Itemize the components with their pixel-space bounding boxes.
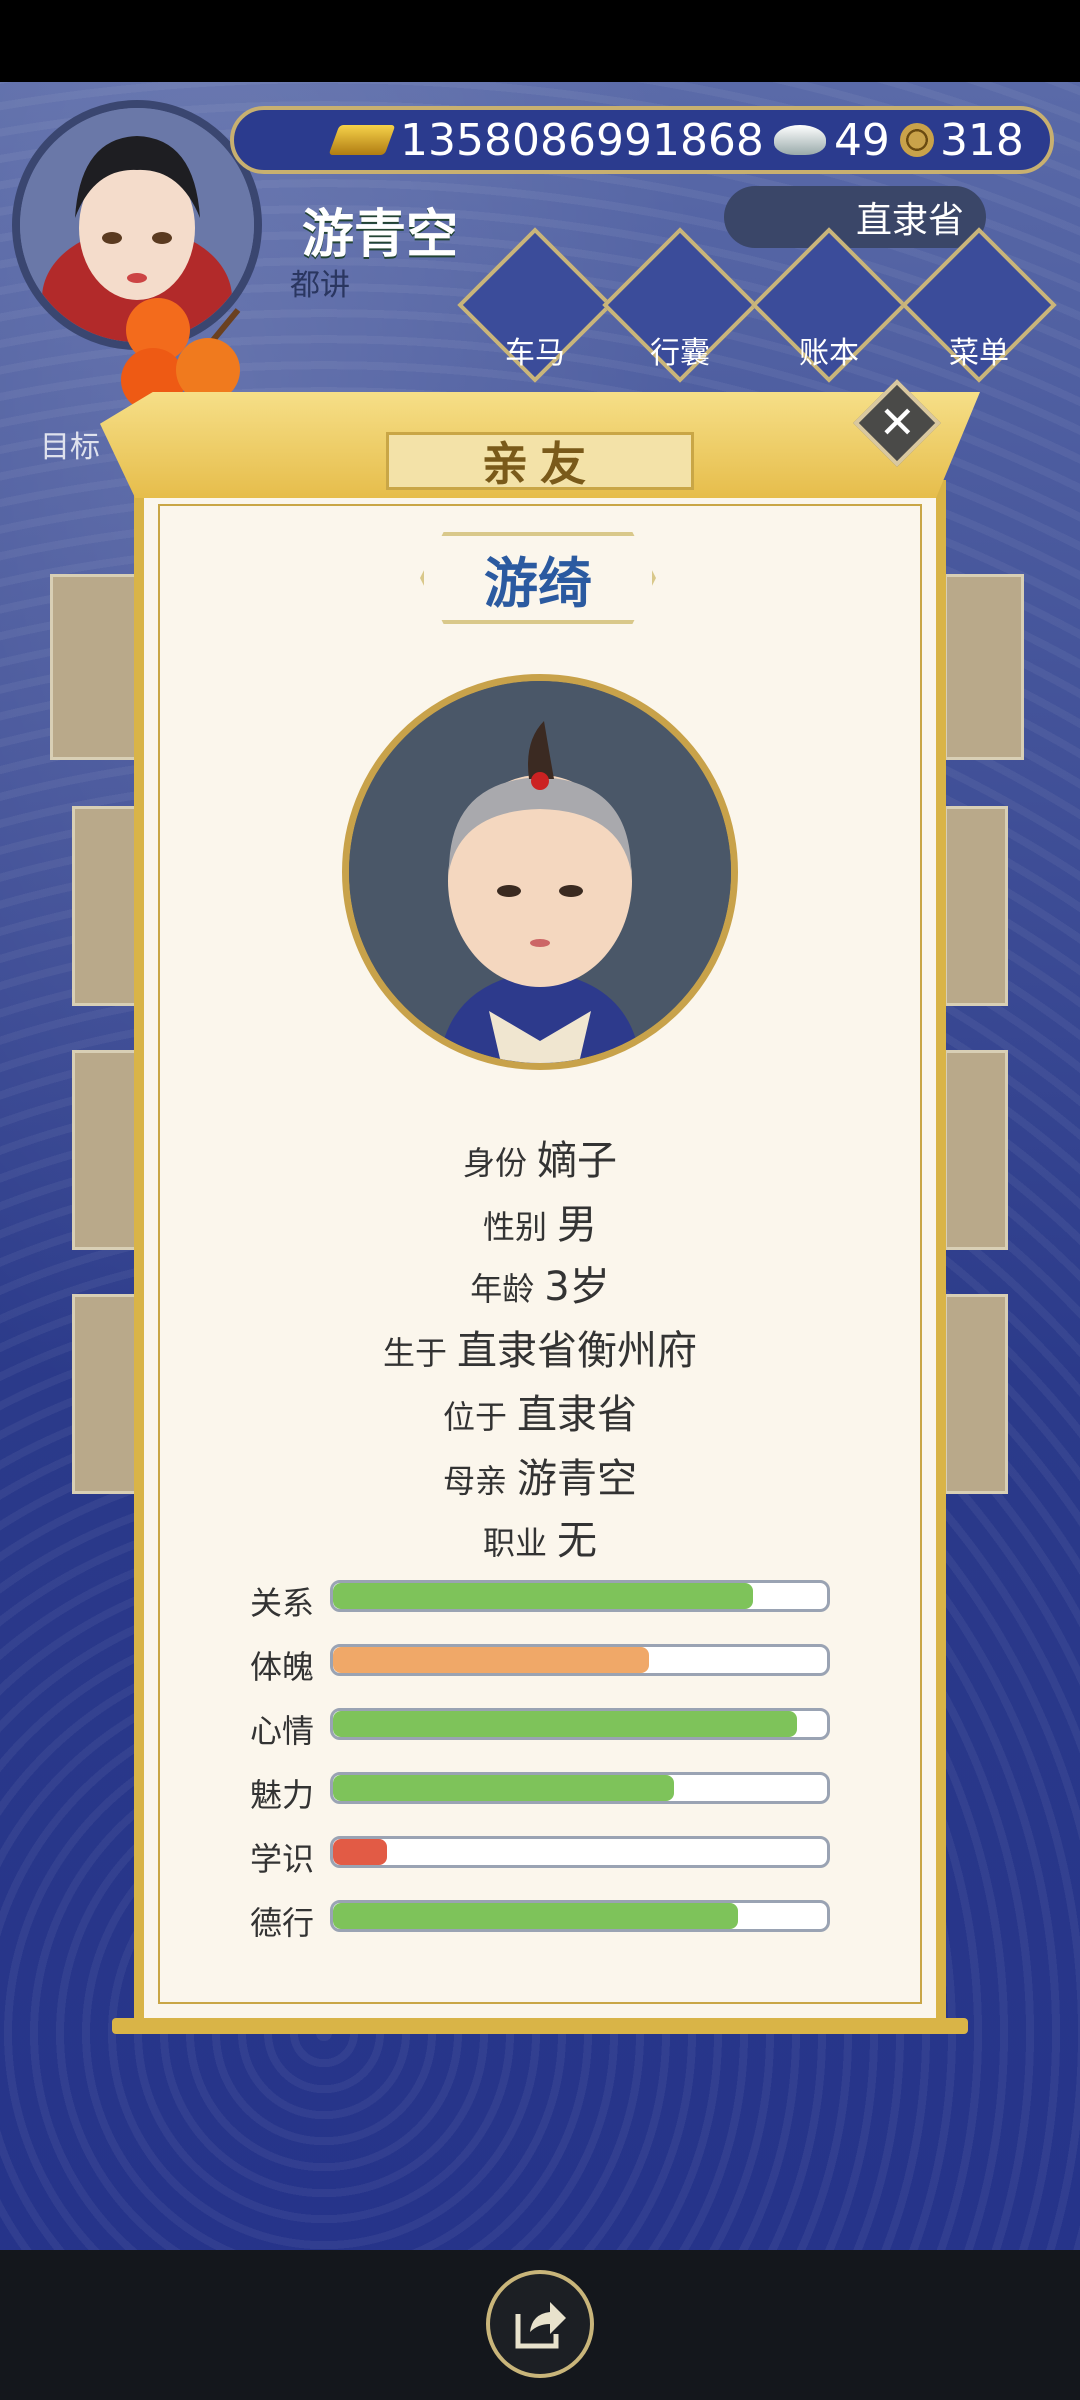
share-icon: [515, 2302, 566, 2349]
info-row-gender: 性别男: [134, 1192, 946, 1250]
info-row-identity: 身份 嫡子: [134, 1128, 946, 1186]
stat-fill: [333, 1903, 739, 1929]
info-value: 嫡子: [537, 1138, 617, 1184]
province-button[interactable]: 直隶省: [724, 186, 986, 248]
stat-bar-virtue: [330, 1900, 830, 1932]
stat-bar-charm: [330, 1772, 830, 1804]
background-card: [944, 806, 1008, 1006]
info-row-mother: 母亲 游青空: [134, 1446, 946, 1504]
background-card: [50, 574, 140, 760]
info-value: 直隶省: [517, 1392, 637, 1438]
stat-bar-mood: [330, 1708, 830, 1740]
character-portrait: [342, 674, 738, 1070]
background-card: [72, 1294, 140, 1494]
stat-bar-relation: [330, 1580, 830, 1612]
background-card: [944, 1294, 1008, 1494]
info-key: 年龄: [470, 1270, 535, 1308]
stat-bar-knowledge: [330, 1836, 830, 1868]
background-card: [72, 806, 140, 1006]
player-name: 游青空: [302, 205, 459, 265]
stat-fill: [333, 1711, 798, 1737]
copper-coin-icon: [899, 123, 934, 157]
info-key: 位于: [442, 1398, 507, 1436]
stat-fill: [333, 1647, 650, 1673]
info-value: 3岁: [544, 1264, 610, 1310]
info-key: 身份: [462, 1144, 527, 1182]
info-row-age: 年龄 3岁: [134, 1254, 946, 1312]
character-name: 游绮: [420, 532, 656, 624]
stat-label-charm: 魅力: [250, 1776, 315, 1814]
background-card: [72, 1050, 140, 1250]
status-bar: [0, 0, 1080, 82]
stat-label-physique: 体魄: [250, 1648, 315, 1686]
share-button[interactable]: [486, 2270, 594, 2378]
info-value: 男: [557, 1202, 597, 1248]
child-portrait-icon: [349, 681, 731, 1063]
nav-menu-label: 菜单: [949, 336, 1009, 371]
info-value: 游青空: [517, 1456, 637, 1502]
coin-amount: 318: [939, 114, 1024, 166]
stat-label-mood: 心情: [250, 1712, 315, 1750]
info-row-location: 位于 直隶省: [134, 1382, 946, 1440]
stat-fill: [333, 1583, 753, 1609]
info-value: 无: [557, 1518, 597, 1564]
nav-carriage-label: 车马: [505, 336, 565, 371]
stat-label-relation: 关系: [250, 1584, 315, 1622]
stat-bar-physique: [330, 1644, 830, 1676]
silver-ingot-icon: [773, 125, 826, 155]
info-key: 母亲: [442, 1462, 507, 1500]
silver-amount: 49: [833, 114, 890, 166]
stat-fill: [333, 1839, 388, 1865]
stat-label-knowledge: 学识: [250, 1840, 315, 1878]
player-title: 都讲: [290, 268, 350, 303]
stat-fill: [333, 1775, 674, 1801]
info-key: 职业: [482, 1524, 547, 1562]
stat-label-virtue: 德行: [250, 1904, 315, 1942]
gold-amount: 1358086991868: [400, 114, 764, 166]
info-row-birthplace: 生于 直隶省衡州府: [134, 1318, 946, 1376]
info-row-occupation: 职业无: [134, 1508, 946, 1566]
background-card: [944, 574, 1024, 760]
dialog-title: 亲友: [386, 432, 694, 491]
info-key: 生于: [382, 1334, 447, 1372]
close-icon: ✕: [878, 397, 916, 448]
goal-label[interactable]: 目标: [40, 422, 100, 466]
info-value: 直隶省衡州府: [457, 1328, 697, 1374]
background-card: [944, 1050, 1008, 1250]
gold-ingot-icon: [328, 125, 396, 155]
info-key: 性别: [482, 1208, 547, 1246]
province-label: 直隶省: [855, 200, 964, 241]
currency-bar: 1358086991868 49 318: [230, 106, 1054, 174]
nav-bag-label: 行囊: [650, 336, 710, 371]
nav-ledger-label: 账本: [799, 336, 859, 371]
dialog-bottom-rail: [112, 2018, 968, 2034]
